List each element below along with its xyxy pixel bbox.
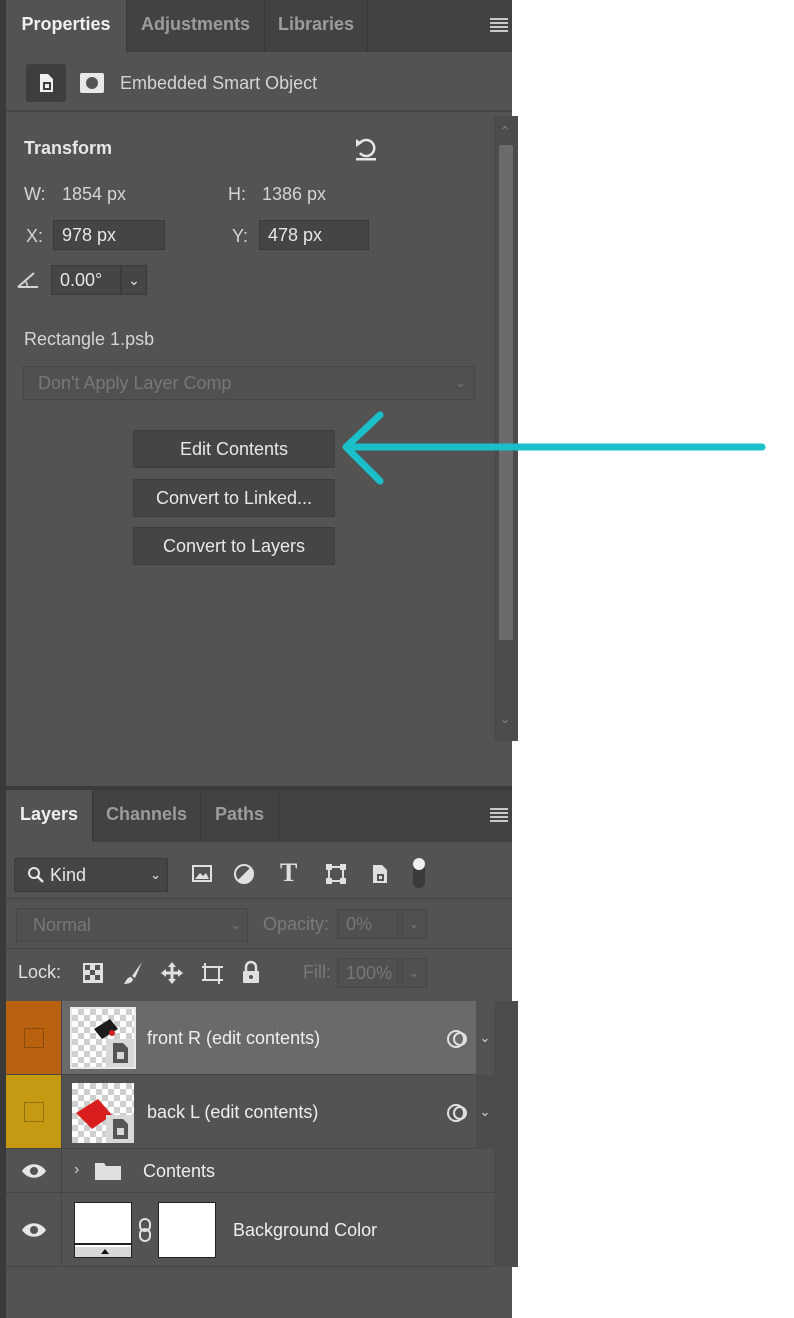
layer-name: Background Color xyxy=(233,1220,378,1240)
eye-icon[interactable] xyxy=(6,1193,62,1267)
edit-contents-button[interactable]: Edit Contents xyxy=(133,430,335,468)
filter-type-icon[interactable]: T xyxy=(280,858,297,888)
filter-search-icon xyxy=(27,865,50,885)
scroll-down-icon[interactable]: ⌄ xyxy=(500,712,510,726)
properties-tabbar: Properties Adjustments Libraries xyxy=(6,0,512,52)
eye-icon[interactable] xyxy=(6,1149,62,1193)
layer-comp-value: Don't Apply Layer Comp xyxy=(38,373,232,393)
layer-row-contents[interactable]: › Contents xyxy=(6,1149,494,1193)
layer-name: back L (edit contents) xyxy=(147,1102,319,1122)
smart-object-icon[interactable] xyxy=(26,64,66,102)
filter-kind-value: Kind xyxy=(50,865,87,885)
y-position-input[interactable]: 478 px xyxy=(259,220,369,250)
tab-channels[interactable]: Channels xyxy=(93,790,201,842)
expand-front-r-chevron-icon[interactable]: ⌄ xyxy=(476,1001,494,1075)
width-label: W: xyxy=(24,184,46,204)
fill-chevron-icon[interactable]: ⌄ xyxy=(401,958,427,988)
fill-input[interactable]: 100% xyxy=(337,958,399,988)
annotation-arrow-icon xyxy=(342,411,766,485)
layer-thumbnail[interactable] xyxy=(72,1083,134,1143)
blend-mode-select[interactable]: Normal ⌄ xyxy=(16,908,248,942)
y-label: Y: xyxy=(232,226,249,246)
transform-title: Transform xyxy=(24,138,113,158)
group-expand-chevron-icon[interactable]: › xyxy=(74,1161,79,1179)
layers-menu-icon[interactable] xyxy=(490,808,508,822)
layer-row-back-l[interactable]: back L (edit contents) xyxy=(6,1075,476,1149)
fill-label: Fill: xyxy=(303,962,331,982)
visibility-off-box[interactable] xyxy=(24,1028,44,1048)
height-label: H: xyxy=(228,184,246,204)
layer-thumbnail[interactable] xyxy=(70,1007,136,1069)
tab-layers[interactable]: Layers xyxy=(6,790,93,842)
angle-input[interactable]: 0.00° xyxy=(51,265,121,295)
filter-chevron-icon: ⌄ xyxy=(150,867,161,882)
visibility-off-box[interactable] xyxy=(24,1102,44,1122)
scroll-up-icon[interactable]: ⌃ xyxy=(500,124,510,138)
filter-shape-icon[interactable] xyxy=(324,862,348,886)
layer-name: Contents xyxy=(143,1161,216,1181)
convert-to-linked-button[interactable]: Convert to Linked... xyxy=(133,479,335,517)
lock-brush-icon[interactable] xyxy=(122,960,146,986)
opacity-chevron-icon[interactable]: ⌄ xyxy=(401,909,427,939)
smart-filter-icon[interactable] xyxy=(446,1028,470,1050)
lock-artboard-icon[interactable] xyxy=(199,960,225,986)
lock-move-icon[interactable] xyxy=(159,960,185,986)
header-label: Embedded Smart Object xyxy=(120,73,318,93)
expand-back-l-chevron-icon[interactable]: ⌄ xyxy=(476,1075,494,1149)
filter-kind-select[interactable]: Kind ⌄ xyxy=(14,858,168,892)
layer-color-tag[interactable] xyxy=(6,1075,62,1148)
header-divider xyxy=(6,110,512,112)
layer-comp-chevron-icon: ⌄ xyxy=(455,375,466,390)
layer-color-tag[interactable] xyxy=(6,1001,62,1074)
fill-thumbnail[interactable] xyxy=(74,1202,132,1258)
blend-divider xyxy=(6,948,512,949)
filter-adjustment-icon[interactable] xyxy=(232,862,256,886)
filter-smart-object-icon[interactable] xyxy=(368,862,392,886)
layers-scrollbar[interactable] xyxy=(494,1001,518,1267)
x-position-input[interactable]: 978 px xyxy=(53,220,165,250)
convert-to-layers-button[interactable]: Convert to Layers xyxy=(133,527,335,565)
layer-comp-select[interactable]: Don't Apply Layer Comp ⌄ xyxy=(23,366,475,400)
height-value: 1386 px xyxy=(262,184,327,204)
link-chain-icon[interactable] xyxy=(136,1217,154,1243)
width-value: 1854 px xyxy=(62,184,127,204)
reset-transform-icon[interactable] xyxy=(352,134,380,162)
tab-properties[interactable]: Properties xyxy=(6,0,127,52)
smart-filter-icon[interactable] xyxy=(446,1102,470,1124)
photoshop-panel: Properties Adjustments Libraries Embedde… xyxy=(0,0,518,1318)
layer-name: front R (edit contents) xyxy=(147,1028,321,1048)
mask-thumbnail[interactable] xyxy=(158,1202,216,1258)
blend-chevron-icon: ⌄ xyxy=(230,917,241,932)
angle-icon xyxy=(16,268,42,290)
smart-object-badge-icon xyxy=(106,1039,134,1067)
x-label: X: xyxy=(26,226,44,246)
lock-all-icon[interactable] xyxy=(240,960,262,986)
tab-adjustments[interactable]: Adjustments xyxy=(127,0,265,52)
layer-row-front-r[interactable]: front R (edit contents) xyxy=(6,1001,476,1075)
folder-icon xyxy=(94,1161,122,1181)
tab-libraries[interactable]: Libraries xyxy=(265,0,368,52)
layer-mask-icon[interactable] xyxy=(72,64,112,102)
tab-paths[interactable]: Paths xyxy=(201,790,279,842)
blend-mode-value: Normal xyxy=(33,915,92,935)
filter-image-icon[interactable] xyxy=(190,862,214,886)
smart-object-badge-icon xyxy=(106,1115,134,1143)
visibility-cell[interactable] xyxy=(6,1193,62,1266)
opacity-input[interactable]: 0% xyxy=(337,909,399,939)
lock-transparent-icon[interactable] xyxy=(82,962,104,984)
panel-menu-icon[interactable] xyxy=(490,18,508,32)
angle-dropdown-chevron-icon[interactable]: ⌄ xyxy=(121,265,147,295)
layers-tabbar: Layers Channels Paths xyxy=(6,790,512,842)
properties-scroll-thumb[interactable] xyxy=(499,145,513,640)
layer-row-background-color[interactable]: Background Color xyxy=(6,1193,494,1267)
file-name: Rectangle 1.psb xyxy=(24,329,155,349)
filter-toggle-icon[interactable] xyxy=(411,856,427,890)
filter-divider xyxy=(6,898,512,899)
lock-label: Lock: xyxy=(18,962,62,982)
opacity-label: Opacity: xyxy=(263,914,330,934)
visibility-cell[interactable] xyxy=(6,1149,62,1192)
